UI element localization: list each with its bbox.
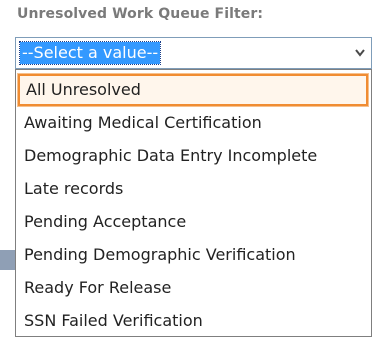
filter-label: Unresolved Work Queue Filter: — [17, 6, 264, 22]
option-all-unresolved[interactable]: All Unresolved — [18, 74, 368, 106]
option-awaiting-medical-certification[interactable]: Awaiting Medical Certification — [16, 106, 371, 139]
option-ssn-failed-verification[interactable]: SSN Failed Verification — [16, 304, 371, 337]
dropdown-options-list: All Unresolved Awaiting Medical Certific… — [15, 69, 372, 337]
option-late-records[interactable]: Late records — [16, 172, 371, 205]
work-queue-filter-select[interactable]: --Select a value-- — [15, 37, 372, 69]
option-ready-for-release[interactable]: Ready For Release — [16, 271, 371, 304]
filter-panel: Unresolved Work Queue Filter: --Select a… — [0, 0, 380, 341]
option-demographic-data-entry-incomplete[interactable]: Demographic Data Entry Incomplete — [16, 139, 371, 172]
chevron-down-icon[interactable] — [349, 38, 371, 68]
option-pending-acceptance[interactable]: Pending Acceptance — [16, 205, 371, 238]
option-pending-demographic-verification[interactable]: Pending Demographic Verification — [16, 238, 371, 271]
selected-value: --Select a value-- — [18, 41, 162, 65]
